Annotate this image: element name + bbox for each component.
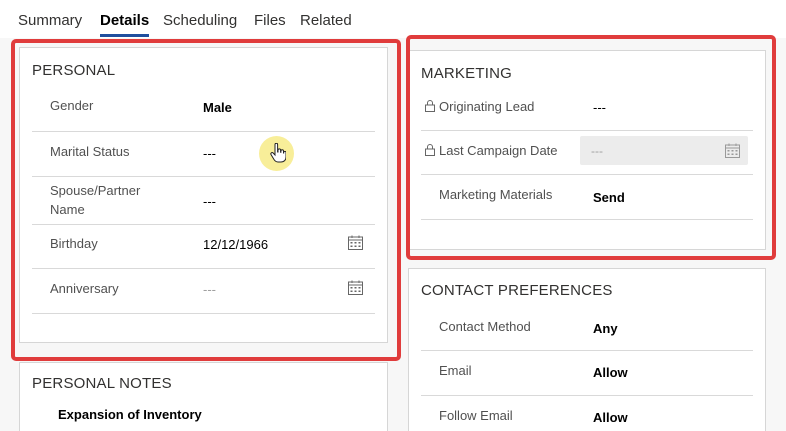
field-label: Contact Method [439, 319, 531, 334]
field-row-marketing-materials[interactable]: Marketing Materials Send [421, 175, 753, 220]
field-label: Last Campaign Date [439, 143, 558, 158]
field-row-spouse-partner-name[interactable]: Spouse/Partner Name --- [32, 177, 375, 225]
field-label: Email [439, 363, 472, 378]
personal-notes-title: PERSONAL NOTES [32, 375, 172, 392]
field-value[interactable]: Allow [593, 365, 628, 380]
field-row-gender[interactable]: Gender Male [32, 86, 375, 132]
last-campaign-date-input: --- [580, 136, 748, 165]
field-label-wrap: Originating Lead [425, 97, 534, 116]
contact-preferences-title: CONTACT PREFERENCES [421, 282, 613, 299]
personal-title: PERSONAL [32, 62, 116, 79]
field-value[interactable]: Male [203, 100, 232, 115]
field-row-anniversary[interactable]: Anniversary --- [32, 269, 375, 314]
field-value[interactable]: Send [593, 190, 625, 205]
field-label-wrap: Last Campaign Date [425, 141, 558, 160]
field-label: Marketing Materials [439, 187, 553, 202]
field-row-originating-lead[interactable]: Originating Lead --- [421, 87, 753, 131]
tab-related[interactable]: Related [300, 12, 352, 29]
personal-notes-section: PERSONAL NOTES Expansion of Inventory [19, 362, 388, 431]
tab-summary[interactable]: Summary [18, 12, 82, 29]
calendar-icon[interactable] [348, 235, 363, 250]
lock-icon [425, 144, 435, 156]
field-row-contact-method[interactable]: Contact Method Any [421, 306, 753, 351]
field-value[interactable]: --- [203, 194, 216, 209]
field-row-follow-email[interactable]: Follow Email Allow [421, 396, 753, 431]
field-label: Spouse/Partner Name [50, 183, 141, 217]
field-value: --- [591, 144, 603, 158]
tab-scheduling[interactable]: Scheduling [163, 12, 237, 29]
field-label: Follow Email [439, 408, 513, 423]
field-label: Anniversary [50, 281, 119, 296]
field-value[interactable]: Allow [593, 410, 628, 425]
field-value[interactable]: --- [203, 146, 216, 161]
lock-icon [425, 100, 435, 112]
field-row-marital-status[interactable]: Marital Status --- [32, 132, 375, 177]
personal-section: PERSONAL Gender Male Marital Status --- … [19, 47, 388, 343]
calendar-icon [725, 143, 740, 158]
field-value[interactable]: Any [593, 321, 618, 336]
field-label: Marital Status [50, 144, 130, 159]
tab-details[interactable]: Details [100, 12, 150, 37]
tab-bar: Summary Details Scheduling Files Related [0, 0, 786, 38]
hand-cursor-icon [270, 143, 286, 163]
calendar-icon[interactable] [348, 280, 363, 295]
field-label: Birthday [50, 236, 98, 251]
contact-preferences-section: CONTACT PREFERENCES Contact Method Any E… [408, 268, 766, 431]
field-label: Originating Lead [439, 99, 535, 114]
marketing-title: MARKETING [421, 65, 512, 82]
field-row-email[interactable]: Email Allow [421, 351, 753, 396]
field-label: Gender [50, 98, 94, 113]
personal-note-text[interactable]: Expansion of Inventory [58, 407, 202, 422]
field-value: --- [593, 100, 606, 115]
field-value[interactable]: --- [203, 282, 216, 297]
tab-files[interactable]: Files [254, 12, 286, 29]
field-row-birthday[interactable]: Birthday 12/12/1966 [32, 225, 375, 269]
field-value[interactable]: 12/12/1966 [203, 237, 268, 252]
